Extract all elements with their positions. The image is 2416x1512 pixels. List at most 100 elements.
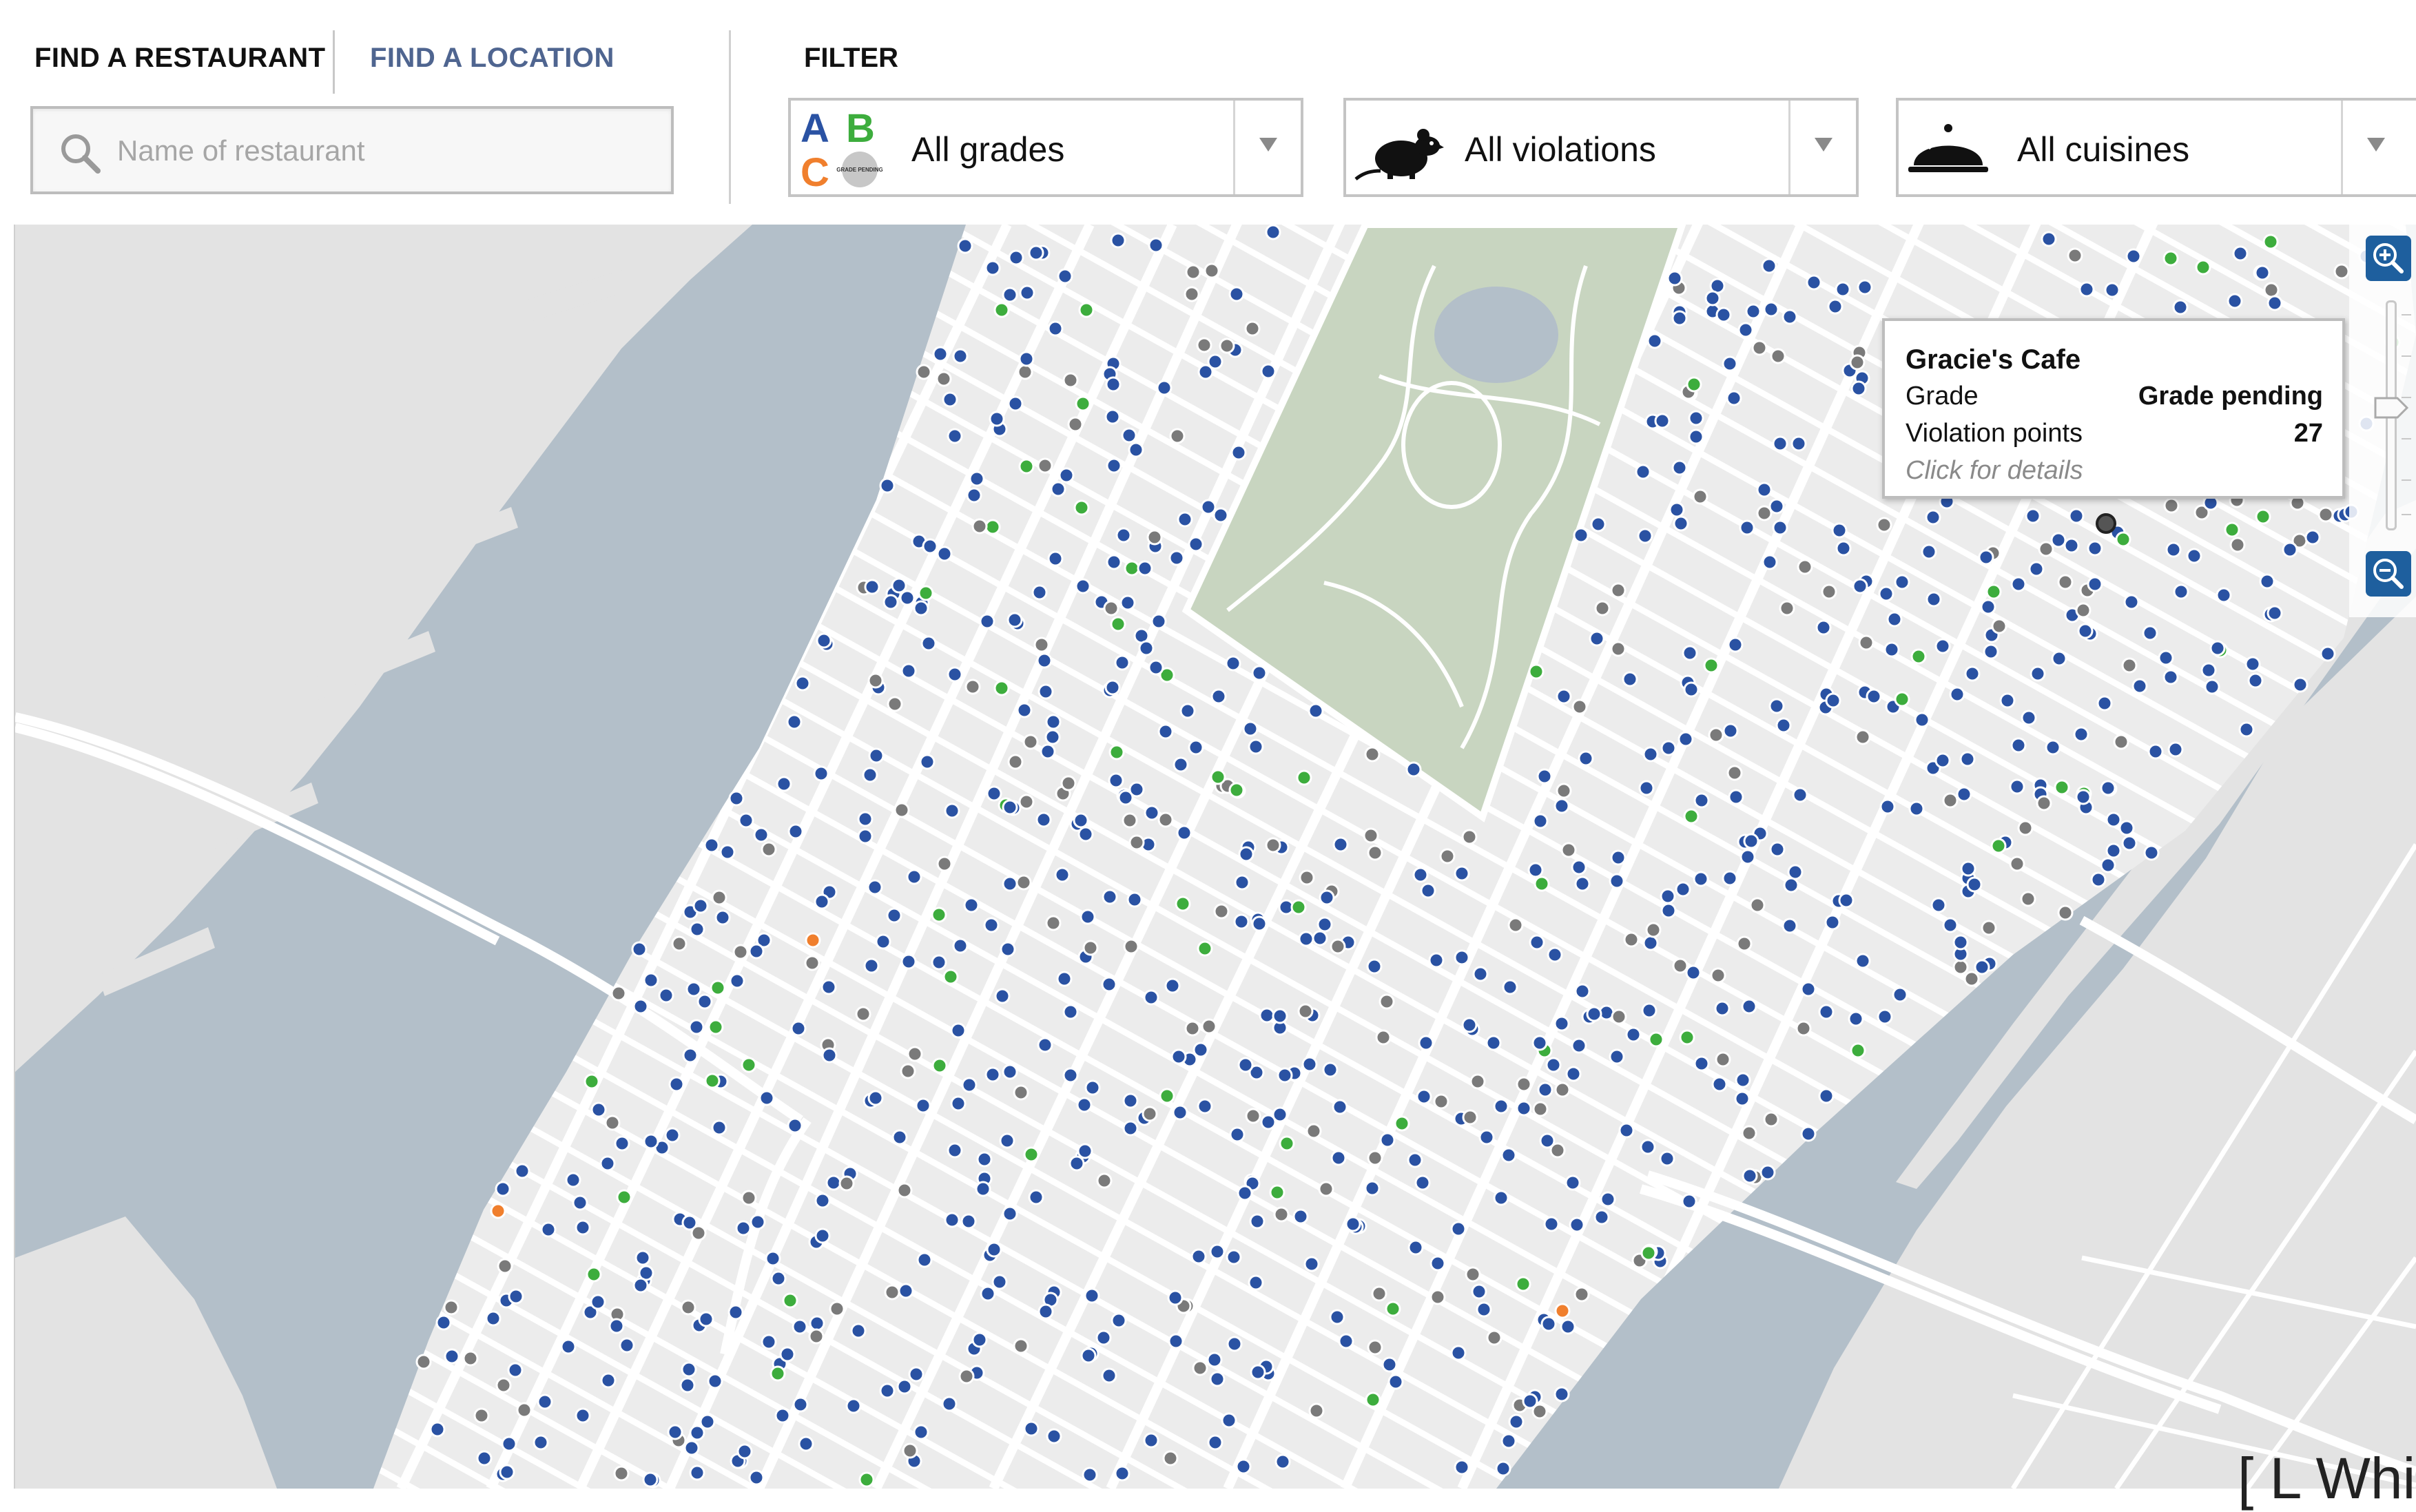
- restaurant-marker[interactable]: [1779, 600, 1795, 617]
- restaurant-marker[interactable]: [1560, 1318, 1576, 1335]
- restaurant-marker[interactable]: [1006, 612, 1023, 628]
- restaurant-marker[interactable]: [2100, 857, 2116, 873]
- restaurant-marker[interactable]: [1019, 284, 1035, 301]
- restaurant-marker[interactable]: [1818, 1004, 1835, 1020]
- restaurant-marker[interactable]: [619, 1337, 635, 1354]
- cuisine-filter-dropdown[interactable]: All cuisines: [1896, 98, 2416, 197]
- restaurant-marker[interactable]: [537, 1394, 553, 1410]
- restaurant-marker[interactable]: [1122, 1120, 1139, 1137]
- restaurant-marker[interactable]: [1472, 966, 1489, 982]
- restaurant-marker[interactable]: [1213, 903, 1230, 920]
- restaurant-marker[interactable]: [1332, 836, 1349, 853]
- restaurant-marker[interactable]: [1726, 765, 1743, 781]
- restaurant-marker[interactable]: [1515, 1276, 1531, 1292]
- restaurant-marker[interactable]: [1999, 692, 2016, 709]
- restaurant-marker[interactable]: [919, 754, 936, 770]
- restaurant-marker[interactable]: [658, 987, 674, 1004]
- restaurant-marker[interactable]: [900, 663, 917, 679]
- restaurant-marker[interactable]: [1590, 516, 1607, 532]
- restaurant-marker[interactable]: [1033, 636, 1050, 653]
- restaurant-marker[interactable]: [476, 1450, 493, 1467]
- restaurant-marker[interactable]: [1273, 1206, 1290, 1223]
- restaurant-marker[interactable]: [704, 1073, 721, 1089]
- restaurant-marker[interactable]: [1910, 648, 1927, 665]
- restaurant-marker[interactable]: [1128, 442, 1144, 458]
- restaurant-marker[interactable]: [540, 1221, 557, 1238]
- restaurant-marker[interactable]: [1229, 1126, 1246, 1143]
- restaurant-marker[interactable]: [1184, 1020, 1201, 1037]
- restaurant-marker[interactable]: [2063, 537, 2080, 554]
- restaurant-marker[interactable]: [1197, 940, 1213, 957]
- restaurant-marker[interactable]: [1610, 582, 1627, 599]
- restaurant-marker[interactable]: [1319, 889, 1335, 906]
- restaurant-marker[interactable]: [1297, 1003, 1314, 1019]
- restaurant-marker[interactable]: [1073, 812, 1089, 829]
- restaurant-marker[interactable]: [2121, 657, 2138, 674]
- restaurant-marker[interactable]: [614, 1135, 630, 1152]
- restaurant-marker[interactable]: [1797, 559, 1813, 575]
- restaurant-marker[interactable]: [2229, 537, 2246, 553]
- restaurant-marker[interactable]: [947, 1142, 963, 1159]
- restaurant-marker[interactable]: [963, 897, 980, 913]
- restaurant-marker[interactable]: [1345, 1216, 1361, 1232]
- restaurant-marker[interactable]: [2255, 508, 2271, 525]
- restaurant-marker[interactable]: [507, 1362, 524, 1378]
- restaurant-marker[interactable]: [1686, 376, 1702, 393]
- restaurant-marker[interactable]: [1704, 290, 1721, 307]
- restaurant-marker[interactable]: [1892, 986, 1908, 1003]
- restaurant-marker[interactable]: [1018, 458, 1035, 475]
- restaurant-marker[interactable]: [2165, 541, 2182, 558]
- restaurant-marker[interactable]: [984, 260, 1001, 276]
- search-box[interactable]: [30, 106, 674, 194]
- restaurant-marker[interactable]: [1763, 301, 1779, 318]
- restaurant-marker[interactable]: [1169, 428, 1186, 444]
- restaurant-marker[interactable]: [1301, 1056, 1318, 1073]
- restaurant-marker[interactable]: [1364, 746, 1381, 763]
- restaurant-marker[interactable]: [898, 1283, 914, 1299]
- restaurant-marker[interactable]: [2147, 743, 2164, 760]
- restaurant-marker[interactable]: [1197, 1098, 1213, 1115]
- restaurant-marker[interactable]: [1412, 867, 1429, 883]
- restaurant-marker[interactable]: [1531, 1035, 1548, 1051]
- restaurant-marker[interactable]: [1806, 274, 1822, 291]
- restaurant-marker[interactable]: [1966, 876, 1983, 893]
- restaurant-marker[interactable]: [1762, 554, 1778, 570]
- restaurant-marker[interactable]: [668, 1076, 685, 1092]
- restaurant-marker[interactable]: [984, 1066, 1001, 1083]
- restaurant-marker[interactable]: [1150, 613, 1167, 630]
- restaurant-marker[interactable]: [1206, 1352, 1223, 1368]
- restaurant-marker[interactable]: [516, 1402, 533, 1418]
- restaurant-marker[interactable]: [1175, 895, 1191, 912]
- restaurant-marker[interactable]: [1137, 560, 1153, 577]
- restaurant-marker[interactable]: [1792, 787, 1808, 803]
- restaurant-marker[interactable]: [1507, 917, 1524, 933]
- restaurant-marker[interactable]: [508, 1288, 524, 1305]
- restaurant-marker[interactable]: [1782, 309, 1798, 325]
- restaurant-marker[interactable]: [572, 1194, 588, 1211]
- restaurant-marker[interactable]: [942, 969, 959, 985]
- restaurant-marker[interactable]: [1062, 1067, 1079, 1084]
- restaurant-marker[interactable]: [863, 957, 880, 974]
- restaurant-marker[interactable]: [1560, 842, 1577, 858]
- restaurant-marker[interactable]: [1454, 949, 1470, 966]
- restaurant-marker[interactable]: [1248, 1274, 1264, 1291]
- restaurant-marker[interactable]: [600, 1372, 617, 1389]
- restaurant-marker[interactable]: [857, 811, 874, 827]
- restaurant-marker[interactable]: [1660, 740, 1677, 756]
- restaurant-marker[interactable]: [1330, 1150, 1347, 1166]
- zoom-slider-handle[interactable]: [2374, 397, 2408, 419]
- restaurant-marker[interactable]: [786, 714, 803, 730]
- restaurant-marker[interactable]: [1693, 871, 1709, 887]
- restaurant-marker[interactable]: [2292, 676, 2309, 693]
- restaurant-marker[interactable]: [1640, 1245, 1657, 1261]
- restaurant-marker[interactable]: [1077, 826, 1094, 842]
- restaurant-marker[interactable]: [1454, 1459, 1470, 1475]
- tooltip-details-link[interactable]: Click for details: [1906, 456, 2083, 486]
- restaurant-marker[interactable]: [1060, 775, 1077, 791]
- restaurant-marker[interactable]: [1672, 957, 1689, 974]
- restaurant-marker[interactable]: [1237, 1185, 1253, 1201]
- restaurant-marker[interactable]: [1190, 1248, 1207, 1265]
- restaurant-marker[interactable]: [1036, 652, 1053, 669]
- restaurant-marker[interactable]: [1037, 457, 1053, 474]
- restaurant-marker[interactable]: [907, 1046, 923, 1062]
